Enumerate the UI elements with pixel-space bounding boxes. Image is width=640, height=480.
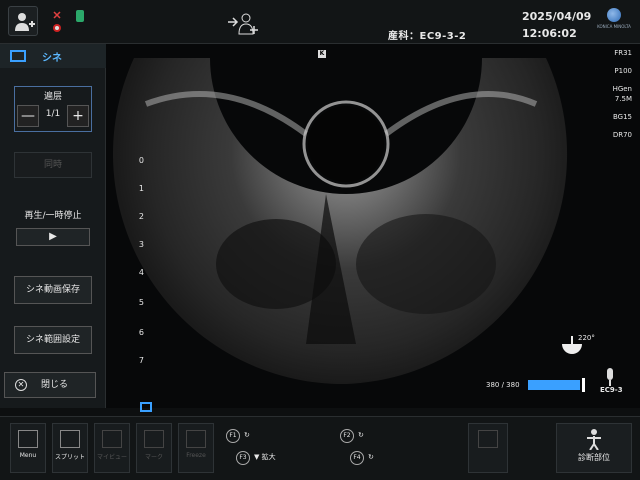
depth-tick: 6	[138, 328, 144, 337]
image-parameters: FR31 P100 HGen 7.5M BG15 DR70	[600, 48, 640, 148]
param-dynamic-range: DR70	[612, 131, 632, 139]
close-label: 閉じる	[41, 380, 69, 390]
f2-knob[interactable]: F2 ↻	[340, 429, 374, 443]
layout-button[interactable]	[468, 423, 508, 473]
mark-button[interactable]: マーク	[136, 423, 172, 473]
cine-range-button[interactable]: シネ範囲設定	[14, 326, 92, 354]
myview-button[interactable]: マイビュー	[94, 423, 130, 473]
split-button[interactable]: スプリット	[52, 423, 88, 473]
param-gain: BG15	[612, 113, 632, 121]
cine-panel-header: シネ	[0, 44, 106, 68]
frame-slider-handle[interactable]	[582, 378, 585, 392]
probe-label: EC9-3	[600, 386, 623, 394]
cine-indicator-icon	[140, 402, 152, 412]
menu-button[interactable]: Menu	[10, 423, 46, 473]
f1-badge: F1	[226, 429, 240, 443]
depth-tick: 4	[138, 268, 144, 277]
zoom-label: ▼ 拡大	[254, 453, 276, 461]
cine-panel-title: シネ	[42, 53, 62, 64]
patient-button[interactable]	[8, 6, 38, 36]
myview-label: マイビュー	[96, 454, 127, 461]
depth-tick: 1	[138, 184, 144, 193]
header-bar: 産科：EC9-3-2 2025/04/09 12:06:02 KONICA MI…	[0, 0, 640, 44]
depth-tick: 5	[138, 298, 144, 307]
close-icon: ✕	[15, 379, 27, 391]
param-power: P100	[614, 67, 632, 75]
status-icons	[48, 8, 88, 36]
orientation-marker: K	[318, 50, 326, 58]
layer-value: 1/1	[45, 109, 61, 119]
rotate-icon: ↻	[358, 431, 364, 439]
compare-button[interactable]: 同時	[14, 152, 92, 178]
rotate-icon: ↻	[244, 431, 250, 439]
save-cine-button[interactable]: シネ動画保存	[14, 276, 92, 304]
f4-badge: F4	[350, 451, 364, 465]
menu-label: Menu	[19, 452, 37, 459]
exam-label: 産科：EC9-3-2	[388, 31, 467, 42]
sector-angle: 220°	[578, 334, 595, 342]
logo-text: KONICA MINOLTA	[597, 24, 631, 29]
param-frequency: 7.5M	[614, 95, 632, 103]
depth-tick: 7	[138, 356, 144, 365]
add-patient-icon	[15, 13, 35, 31]
grid-icon	[478, 430, 498, 448]
close-button[interactable]: ✕ 閉じる	[4, 372, 96, 398]
f3-knob[interactable]: F3 ▼ 拡大	[236, 451, 276, 465]
layer-plus-button[interactable]: +	[67, 105, 89, 127]
param-frame-rate: FR31	[614, 49, 632, 57]
mark-icon	[144, 430, 164, 448]
f1-f3-group: F1 ↻ F3 ▼ 拡大	[226, 423, 276, 473]
probe-status-icon	[53, 10, 84, 32]
freeze-label: Freeze	[186, 452, 206, 459]
cine-panel: シネ 遍层 — 1/1 + 同時 再生/一時停止 ▶ シネ動画保存 シネ範囲設定…	[0, 44, 106, 408]
play-pause-button[interactable]: ▶	[16, 228, 90, 246]
myview-icon	[102, 430, 122, 448]
diagnosis-site-label: 診断部位	[578, 453, 610, 462]
frame-slider[interactable]	[528, 380, 580, 390]
depth-tick: 3	[138, 240, 144, 249]
f3-badge: F3	[236, 451, 250, 465]
f2-f4-group: F2 ↻ F4 ↻	[340, 423, 374, 473]
f2-badge: F2	[340, 429, 354, 443]
rotate-icon: ↻	[368, 453, 374, 461]
depth-tick: 2	[138, 212, 144, 221]
time-display: 12:06:02	[522, 27, 577, 40]
split-label: スプリット	[54, 454, 85, 461]
layer-minus-button[interactable]: —	[17, 105, 39, 127]
cine-icon	[10, 50, 26, 62]
mark-label: マーク	[144, 454, 163, 461]
play-pause-label: 再生/一時停止	[24, 211, 82, 221]
diagnosis-site-button[interactable]: 診断部位	[556, 423, 632, 473]
layer-label: 遍层	[43, 92, 62, 102]
body-figure-icon	[587, 429, 601, 450]
frame-counter: 380 / 380	[486, 381, 520, 389]
transfer-patient-icon[interactable]	[226, 12, 260, 36]
freeze-icon	[186, 430, 206, 448]
depth-tick: 0	[138, 156, 144, 165]
param-harmonic: HGen	[612, 85, 632, 93]
layer-control: 遍层 — 1/1 +	[14, 86, 92, 132]
logo-mark	[607, 8, 621, 22]
probe-icon	[607, 368, 613, 386]
bottom-toolbar: Menu スプリット マイビュー マーク Freeze F1 ↻ F3 ▼ 拡大 F…	[0, 416, 640, 480]
konica-minolta-logo: KONICA MINOLTA	[596, 8, 632, 38]
f1-knob[interactable]: F1 ↻	[226, 429, 276, 443]
freeze-button[interactable]: Freeze	[178, 423, 214, 473]
split-icon	[60, 430, 80, 448]
f4-knob[interactable]: F4 ↻	[350, 451, 374, 465]
frame-slider-fill	[529, 381, 579, 389]
date-display: 2025/04/09	[522, 10, 592, 23]
depth-scale: 0 1 2 3 4 5 6 7	[130, 48, 150, 368]
menu-icon	[18, 430, 38, 448]
